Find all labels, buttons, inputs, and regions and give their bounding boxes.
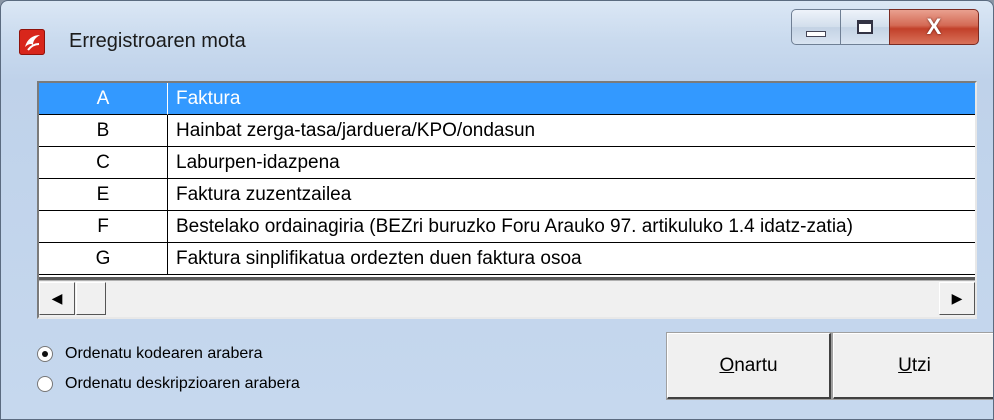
row-code: C bbox=[39, 147, 168, 179]
list-row[interactable]: G Faktura sinplifikatua ordezten duen fak… bbox=[39, 243, 975, 275]
list-row[interactable]: A Faktura bbox=[39, 83, 975, 115]
close-button[interactable]: X bbox=[889, 9, 979, 45]
list-row[interactable]: B Hainbat zerga-tasa/jarduera/KPO/ondasun bbox=[39, 115, 975, 147]
dialog-window: Erregistroaren mota X A Faktura B Hainbat z… bbox=[0, 0, 994, 420]
app-logo-icon bbox=[19, 29, 45, 55]
row-code: A bbox=[39, 83, 168, 115]
scroll-right-button[interactable]: ▶ bbox=[939, 282, 975, 315]
arrow-left-icon: ◀ bbox=[51, 290, 63, 306]
maximize-button[interactable] bbox=[840, 9, 890, 45]
ok-button[interactable]: Onartu bbox=[666, 332, 832, 400]
sort-by-code-label: Ordenatu kodearen arabera bbox=[65, 345, 263, 362]
ok-mnemonic: O bbox=[719, 354, 735, 376]
sort-by-description-option[interactable]: Ordenatu deskripzioaren arabera bbox=[37, 371, 300, 397]
cancel-mnemonic: U bbox=[898, 354, 912, 376]
record-type-list[interactable]: A Faktura B Hainbat zerga-tasa/jarduera/KPO… bbox=[37, 81, 977, 319]
list-row[interactable]: E Faktura zuzentzailea bbox=[39, 179, 975, 211]
minimize-icon bbox=[806, 31, 826, 37]
maximize-icon bbox=[857, 20, 873, 34]
ok-label: nartu bbox=[734, 354, 778, 376]
scrollbar-thumb[interactable] bbox=[76, 282, 106, 315]
row-description: Faktura bbox=[168, 83, 975, 115]
radio-button-icon[interactable] bbox=[37, 346, 53, 362]
row-description: Faktura zuzentzailea bbox=[168, 179, 975, 211]
row-description: Laburpen-idazpena bbox=[168, 147, 975, 179]
minimize-button[interactable] bbox=[791, 9, 841, 45]
row-description: Bestelako ordainagiria (BEZri buruzko Fo… bbox=[168, 211, 975, 243]
sort-by-description-label: Ordenatu deskripzioaren arabera bbox=[65, 375, 300, 392]
row-description: Faktura sinplifikatua ordezten duen fakt… bbox=[168, 243, 975, 275]
list-row[interactable]: F Bestelako ordainagiria (BEZri buruzko F… bbox=[39, 211, 975, 243]
list-row[interactable]: C Laburpen-idazpena bbox=[39, 147, 975, 179]
close-icon: X bbox=[926, 14, 942, 39]
cancel-button[interactable]: Utzi bbox=[832, 332, 993, 400]
arrow-right-icon: ▶ bbox=[951, 290, 963, 306]
sort-by-code-option[interactable]: Ordenatu kodearen arabera bbox=[37, 341, 262, 367]
radio-button-icon[interactable] bbox=[37, 376, 53, 392]
row-code: F bbox=[39, 211, 168, 243]
cancel-label: tzi bbox=[911, 354, 931, 376]
title-bar[interactable]: Erregistroaren mota X bbox=[1, 1, 993, 81]
horizontal-scrollbar[interactable]: ◀ ▶ bbox=[39, 280, 975, 317]
row-code: B bbox=[39, 115, 168, 147]
row-code: E bbox=[39, 179, 168, 211]
window-title: Erregistroaren mota bbox=[69, 30, 246, 52]
row-code: G bbox=[39, 243, 168, 275]
row-description: Hainbat zerga-tasa/jarduera/KPO/ondasun bbox=[168, 115, 975, 147]
scroll-left-button[interactable]: ◀ bbox=[39, 282, 75, 315]
